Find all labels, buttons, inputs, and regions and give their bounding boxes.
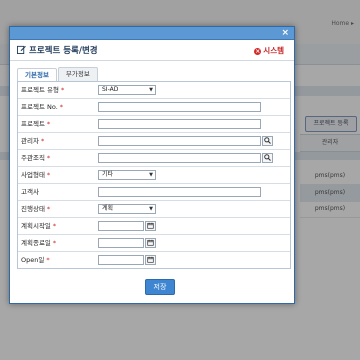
plan-end-date-input[interactable] <box>98 238 144 248</box>
field-label: 진행상태 * <box>18 201 88 217</box>
dialog-title-text: 프로젝트 등록/변경 <box>29 46 98 56</box>
form-row: 프로젝트 * <box>18 116 290 133</box>
form-row: 주관조직 * <box>18 150 290 167</box>
project-no-input[interactable] <box>98 102 261 112</box>
form-row: 관리자 * <box>18 133 290 150</box>
system-link[interactable]: × 시스템 <box>254 45 284 56</box>
tab-extra-info[interactable]: 부가정보 <box>57 67 98 81</box>
save-button[interactable]: 저장 <box>145 279 175 295</box>
form-row: 계획종료일 * <box>18 235 290 252</box>
business-type-select[interactable]: 기타 <box>98 170 156 180</box>
dialog-titlebar: × <box>10 27 294 40</box>
project-name-input[interactable] <box>98 119 261 129</box>
project-type-select[interactable]: SI-AD <box>98 85 156 95</box>
search-icon[interactable] <box>262 153 273 163</box>
field-label: 프로젝트 유형 * <box>18 82 88 98</box>
system-icon: × <box>254 48 262 55</box>
field-label: 프로젝트 No. * <box>18 99 88 115</box>
form-table: 프로젝트 유형* SI-AD 프로젝트 No.* 프로젝트* 관리자* 주관조직… <box>17 81 291 269</box>
form-row: 프로젝트 유형 * SI-AD <box>18 82 290 99</box>
system-label: 시스템 <box>263 46 284 55</box>
form-row: 계획시작일 * <box>18 218 290 235</box>
status-select[interactable]: 계획 <box>98 204 156 214</box>
calendar-icon[interactable] <box>145 238 156 248</box>
dialog-title: 프로젝트 등록/변경 <box>17 44 98 56</box>
project-dialog: × 프로젝트 등록/변경 × 시스템 기본정보 부가정보 프로젝트 유형 * SI-A… <box>9 26 295 304</box>
close-icon[interactable]: × <box>281 27 289 39</box>
plan-start-date-input[interactable] <box>98 221 144 231</box>
field-label: 계획종료일 * <box>18 235 88 251</box>
dialog-header: 프로젝트 등록/변경 × 시스템 <box>10 40 294 61</box>
open-date-input[interactable] <box>98 255 144 265</box>
form-row: 고객사 <box>18 184 290 201</box>
search-icon[interactable] <box>262 136 273 146</box>
field-label: 관리자 * <box>18 133 88 149</box>
customer-input[interactable] <box>98 187 261 197</box>
field-label: 프로젝트 * <box>18 116 88 132</box>
field-label: 계획시작일 * <box>18 218 88 234</box>
field-label: 사업형태 * <box>18 167 88 183</box>
tab-bar: 기본정보 부가정보 <box>17 67 99 82</box>
manager-input[interactable] <box>98 136 261 146</box>
calendar-icon[interactable] <box>145 255 156 265</box>
tab-basic-info[interactable]: 기본정보 <box>17 68 57 82</box>
calendar-icon[interactable] <box>145 221 156 231</box>
form-row: 프로젝트 No. * <box>18 99 290 116</box>
organization-input[interactable] <box>98 153 261 163</box>
form-row: 진행상태 * 계획 <box>18 201 290 218</box>
form-row: 사업형태 * 기타 <box>18 167 290 184</box>
field-label: Open일 * <box>18 252 88 268</box>
field-label: 고객사 <box>18 184 88 200</box>
edit-icon <box>17 45 26 54</box>
form-row: Open일 * <box>18 252 290 268</box>
field-label: 주관조직 * <box>18 150 88 166</box>
